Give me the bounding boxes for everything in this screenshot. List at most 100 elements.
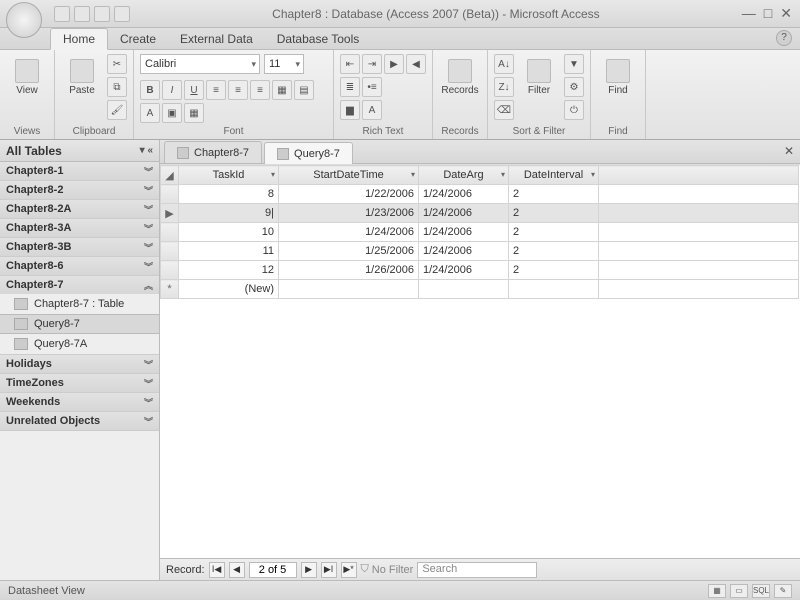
cell-startdatetime[interactable]: 1/26/2006: [279, 261, 419, 280]
nav-first-icon[interactable]: I◀: [209, 562, 225, 578]
row-selector[interactable]: [161, 185, 179, 204]
table-row[interactable]: 111/25/20061/24/20062: [161, 242, 799, 261]
record-position-input[interactable]: [249, 562, 297, 578]
row-selector[interactable]: [161, 261, 179, 280]
row-selector[interactable]: [161, 242, 179, 261]
advanced-filter-icon[interactable]: ⚙: [564, 77, 584, 97]
nav-group-header[interactable]: Chapter8-3B︾: [0, 238, 159, 256]
align-left-button[interactable]: ≡: [206, 80, 226, 100]
row-selector[interactable]: ▶: [161, 204, 179, 223]
nav-group-header[interactable]: Chapter8-2A︾: [0, 200, 159, 218]
italic-button[interactable]: I: [162, 80, 182, 100]
increase-indent-icon[interactable]: ⇥: [362, 54, 382, 74]
align-right-button[interactable]: ≡: [250, 80, 270, 100]
cell-datearg[interactable]: 1/24/2006: [419, 223, 509, 242]
sort-desc-icon[interactable]: Z↓: [494, 77, 514, 97]
column-header[interactable]: DateArg▾: [419, 166, 509, 185]
office-button[interactable]: [6, 2, 42, 38]
table-row[interactable]: 101/24/20061/24/20062: [161, 223, 799, 242]
column-header[interactable]: DateInterval▾: [509, 166, 599, 185]
cell-startdatetime[interactable]: 1/25/2006: [279, 242, 419, 261]
nav-group-header[interactable]: TimeZones︾: [0, 374, 159, 392]
cell-dateinterval[interactable]: 2: [509, 261, 599, 280]
gridlines-button[interactable]: ▦: [272, 80, 292, 100]
sort-asc-icon[interactable]: A↓: [494, 54, 514, 74]
nav-group-header[interactable]: Chapter8-6︾: [0, 257, 159, 275]
cell-taskid[interactable]: 11: [179, 242, 279, 261]
column-dropdown-icon[interactable]: ▾: [411, 170, 415, 179]
records-button[interactable]: Records: [439, 54, 481, 101]
help-icon[interactable]: ?: [776, 30, 792, 46]
tab-create[interactable]: Create: [108, 29, 168, 49]
decrease-indent-icon[interactable]: ⇤: [340, 54, 360, 74]
tab-external-data[interactable]: External Data: [168, 29, 265, 49]
selection-filter-icon[interactable]: ▼: [564, 54, 584, 74]
navpane-dropdown-icon[interactable]: ▾ «: [140, 145, 153, 156]
bullets-icon[interactable]: •≡: [362, 77, 382, 97]
filter-button[interactable]: Filter: [518, 54, 560, 101]
nav-item[interactable]: Chapter8-7 : Table: [0, 294, 159, 314]
restore-button[interactable]: □: [764, 5, 772, 22]
cell-datearg[interactable]: 1/24/2006: [419, 261, 509, 280]
column-dropdown-icon[interactable]: ▾: [501, 170, 505, 179]
nav-group-header[interactable]: Unrelated Objects︾: [0, 412, 159, 430]
datasheet-grid[interactable]: ◢TaskId▾StartDateTime▾DateArg▾DateInterv…: [160, 164, 800, 558]
nofilter-indicator[interactable]: ⛉ No Filter: [361, 563, 414, 576]
cell-startdatetime[interactable]: 1/24/2006: [279, 223, 419, 242]
navpane-header[interactable]: All Tables ▾ «: [0, 140, 159, 162]
cell-dateinterval[interactable]: 2: [509, 185, 599, 204]
paste-button[interactable]: Paste: [61, 54, 103, 101]
bold-button[interactable]: B: [140, 80, 160, 100]
cell-datearg[interactable]: 1/24/2006: [419, 204, 509, 223]
nav-last-icon[interactable]: ▶I: [321, 562, 337, 578]
copy-icon[interactable]: ⧉: [107, 77, 127, 97]
form-view-icon[interactable]: ▭: [730, 584, 748, 598]
cut-icon[interactable]: ✂: [107, 54, 127, 74]
ltr-icon[interactable]: ▶: [384, 54, 404, 74]
nav-item[interactable]: Query8-7: [0, 314, 159, 334]
nav-group-header[interactable]: Chapter8-7︽: [0, 276, 159, 294]
nav-group-header[interactable]: Holidays︾: [0, 355, 159, 373]
column-header[interactable]: StartDateTime▾: [279, 166, 419, 185]
design-view-icon[interactable]: ✎: [774, 584, 792, 598]
nav-group-header[interactable]: Chapter8-2︾: [0, 181, 159, 199]
view-button[interactable]: View: [6, 54, 48, 101]
format-painter-icon[interactable]: 🖌: [107, 100, 127, 120]
gridline-color-button[interactable]: ▦: [184, 103, 204, 123]
nav-group-header[interactable]: Chapter8-1︾: [0, 162, 159, 180]
nav-new-icon[interactable]: ▶*: [341, 562, 357, 578]
cell-datearg[interactable]: 1/24/2006: [419, 185, 509, 204]
font-size-combo[interactable]: 11: [264, 54, 304, 74]
nav-item[interactable]: Query8-7A: [0, 334, 159, 354]
cell-taskid[interactable]: 9|: [179, 204, 279, 223]
highlight-icon[interactable]: ▆: [340, 100, 360, 120]
tab-home[interactable]: Home: [50, 28, 108, 50]
rtl-icon[interactable]: ◀: [406, 54, 426, 74]
textcolor-icon[interactable]: A: [362, 100, 382, 120]
toggle-filter-icon[interactable]: ⏻: [564, 100, 584, 120]
cell-dateinterval[interactable]: 2: [509, 242, 599, 261]
record-search-input[interactable]: Search: [417, 562, 537, 578]
column-dropdown-icon[interactable]: ▾: [271, 170, 275, 179]
new-row-selector[interactable]: *: [161, 280, 179, 299]
table-row[interactable]: 121/26/20061/24/20062: [161, 261, 799, 280]
qat-save-icon[interactable]: [54, 6, 70, 22]
fill-color-button[interactable]: ▣: [162, 103, 182, 123]
qat-print-icon[interactable]: [74, 6, 90, 22]
numbering-icon[interactable]: ≣: [340, 77, 360, 97]
row-selector[interactable]: [161, 223, 179, 242]
nav-next-icon[interactable]: ▶: [301, 562, 317, 578]
column-header[interactable]: TaskId▾: [179, 166, 279, 185]
cell-taskid[interactable]: 12: [179, 261, 279, 280]
clear-sort-icon[interactable]: ⌫: [494, 100, 514, 120]
nav-group-header[interactable]: Chapter8-3A︾: [0, 219, 159, 237]
sql-view-icon[interactable]: SQL: [752, 584, 770, 598]
align-center-button[interactable]: ≡: [228, 80, 248, 100]
cell-taskid[interactable]: 10: [179, 223, 279, 242]
cell-startdatetime[interactable]: 1/23/2006: [279, 204, 419, 223]
minimize-button[interactable]: —: [742, 5, 756, 22]
find-button[interactable]: Find: [597, 54, 639, 101]
altrow-button[interactable]: ▤: [294, 80, 314, 100]
tab-database-tools[interactable]: Database Tools: [265, 29, 372, 49]
table-row[interactable]: ▶9|1/23/20061/24/20062: [161, 204, 799, 223]
